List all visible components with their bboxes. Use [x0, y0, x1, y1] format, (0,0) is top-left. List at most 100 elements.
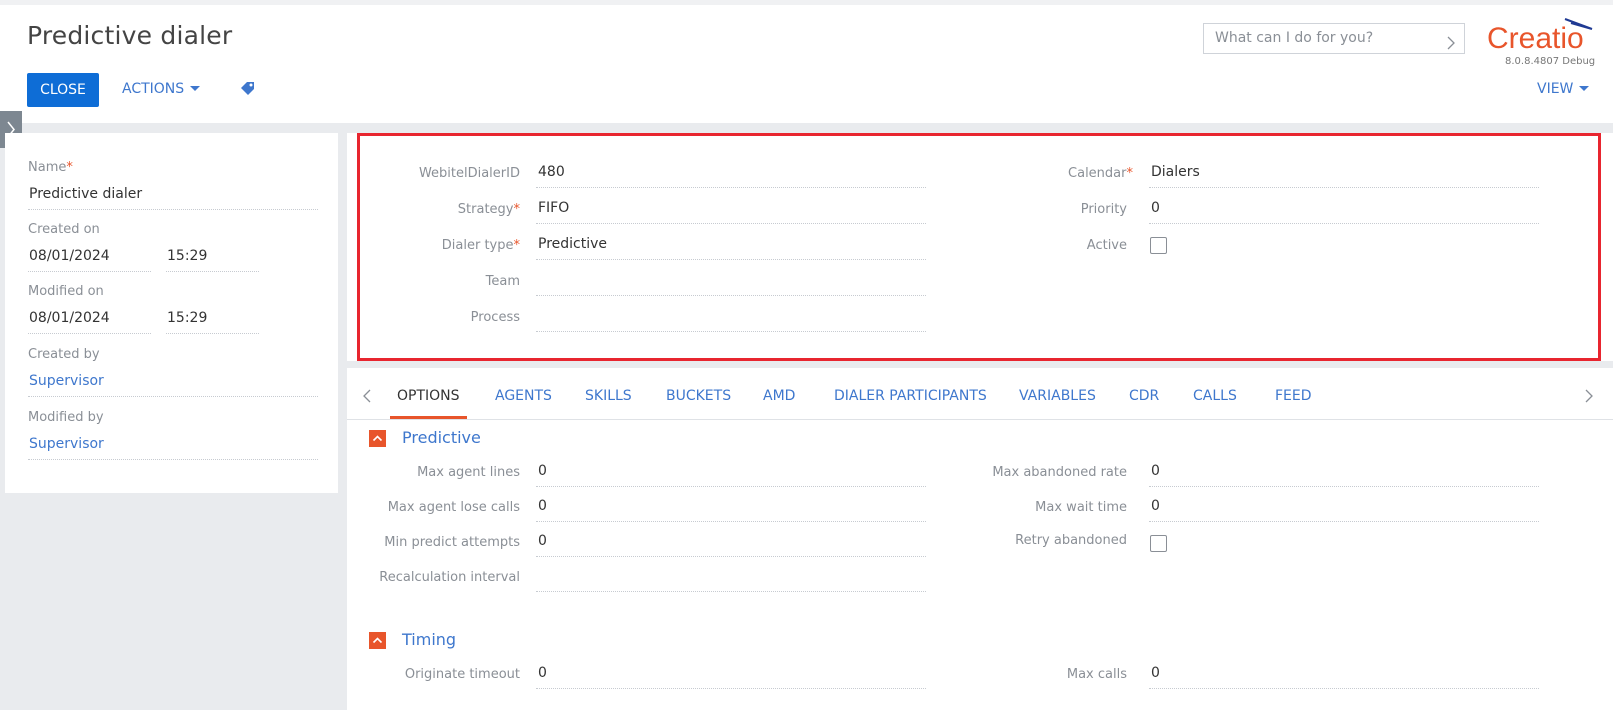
version-label: 8.0.8.4807 Debug [1505, 56, 1596, 67]
page-header: Predictive dialer CLOSE ACTIONS What can… [0, 0, 1613, 123]
max-agent-lines-field[interactable]: 0 [538, 463, 547, 479]
max-calls-field[interactable]: 0 [1151, 665, 1160, 681]
max-abandoned-rate-label: Max abandoned rate [992, 465, 1127, 480]
tab-calls[interactable]: CALLS [1193, 388, 1237, 404]
logo-text: Creatio [1487, 22, 1584, 55]
caret-down-icon [1579, 85, 1590, 91]
dialer-type-label: Dialer type* [441, 238, 520, 253]
modified-on-date[interactable]: 08/01/2024 [29, 310, 110, 326]
strategy-field[interactable]: FIFO [538, 200, 569, 216]
section-title-predictive[interactable]: Predictive [402, 428, 481, 447]
tab-amd[interactable]: AMD [763, 388, 795, 404]
calendar-label: Calendar* [1068, 166, 1133, 181]
main-fields-panel: WebitelDialerID 480 Strategy* FIFO Diale… [347, 133, 1613, 361]
divider [536, 259, 926, 260]
divider [536, 521, 926, 522]
recalculation-interval-label: Recalculation interval [379, 570, 520, 585]
created-by-label: Created by [28, 347, 100, 362]
divider [536, 556, 926, 557]
created-by-link[interactable]: Supervisor [29, 373, 104, 389]
divider [536, 331, 926, 332]
tab-feed[interactable]: FEED [1275, 388, 1312, 404]
divider [1149, 521, 1539, 522]
tab-dialer-participants[interactable]: DIALER PARTICIPANTS [834, 388, 987, 404]
view-label: VIEW [1537, 81, 1574, 97]
modified-by-link[interactable]: Supervisor [29, 436, 104, 452]
max-agent-lose-calls-label: Max agent lose calls [387, 500, 520, 515]
page-title: Predictive dialer [27, 21, 233, 50]
webitel-dialer-id-field[interactable]: 480 [538, 164, 565, 180]
record-info-panel: Name* Predictive dialer Created on 08/01… [5, 133, 338, 493]
created-on-label: Created on [28, 222, 100, 237]
divider [28, 459, 318, 460]
divider [536, 688, 926, 689]
originate-timeout-field[interactable]: 0 [538, 665, 547, 681]
name-label: Name* [28, 160, 73, 175]
originate-timeout-label: Originate timeout [404, 667, 520, 682]
close-button[interactable]: CLOSE [27, 73, 99, 107]
active-checkbox[interactable] [1150, 237, 1167, 254]
divider [28, 271, 151, 272]
webitel-dialer-id-label: WebitelDialerID [418, 166, 520, 181]
strategy-label: Strategy* [457, 202, 520, 217]
modified-on-time[interactable]: 15:29 [167, 310, 207, 326]
caret-down-icon [190, 85, 201, 91]
tab-options[interactable]: OPTIONS [397, 388, 460, 404]
max-calls-label: Max calls [1066, 667, 1127, 682]
tab-variables[interactable]: VARIABLES [1019, 388, 1096, 404]
divider [166, 333, 259, 334]
command-search-input[interactable]: What can I do for you? [1203, 23, 1465, 54]
max-agent-lines-label: Max agent lines [417, 465, 520, 480]
tag-icon[interactable] [240, 81, 257, 100]
priority-field[interactable]: 0 [1151, 200, 1160, 216]
divider [1149, 187, 1539, 188]
calendar-field[interactable]: Dialers [1151, 164, 1200, 180]
team-label: Team [485, 274, 520, 289]
divider [536, 295, 926, 296]
divider [1149, 486, 1539, 487]
details-tabs-panel: OPTIONS AGENTS SKILLS BUCKETS AMD DIALER… [347, 368, 1613, 710]
active-label: Active [1086, 238, 1127, 253]
created-on-time[interactable]: 15:29 [167, 248, 207, 264]
name-field[interactable]: Predictive dialer [29, 186, 142, 202]
created-on-date[interactable]: 08/01/2024 [29, 248, 110, 264]
dialer-type-field[interactable]: Predictive [538, 236, 607, 252]
view-button[interactable]: VIEW [1537, 81, 1590, 97]
divider [1149, 223, 1539, 224]
priority-label: Priority [1080, 202, 1127, 217]
modified-on-label: Modified on [28, 284, 104, 299]
divider [28, 333, 151, 334]
tab-skills[interactable]: SKILLS [585, 388, 632, 404]
retry-abandoned-checkbox[interactable] [1150, 535, 1167, 552]
max-abandoned-rate-field[interactable]: 0 [1151, 463, 1160, 479]
tab-scroll-left-icon[interactable] [363, 388, 371, 407]
divider [1149, 688, 1539, 689]
tab-bar: OPTIONS AGENTS SKILLS BUCKETS AMD DIALER… [347, 368, 1613, 420]
active-tab-indicator [390, 416, 467, 419]
process-label: Process [470, 310, 520, 325]
modified-by-label: Modified by [28, 410, 104, 425]
max-wait-time-label: Max wait time [1035, 500, 1127, 515]
max-agent-lose-calls-field[interactable]: 0 [538, 498, 547, 514]
collapse-timing-icon[interactable] [369, 632, 386, 649]
search-placeholder: What can I do for you? [1215, 30, 1374, 46]
max-wait-time-field[interactable]: 0 [1151, 498, 1160, 514]
retry-abandoned-label: Retry abandoned [1015, 533, 1127, 548]
creatio-logo: Creatio [1487, 17, 1597, 61]
tab-agents[interactable]: AGENTS [495, 388, 552, 404]
chevron-right-icon[interactable] [1447, 32, 1455, 61]
divider [536, 187, 926, 188]
divider [28, 209, 318, 210]
section-title-timing[interactable]: Timing [402, 630, 456, 649]
min-predict-attempts-label: Min predict attempts [384, 535, 520, 550]
tab-scroll-right-icon[interactable] [1585, 388, 1593, 407]
tab-buckets[interactable]: BUCKETS [666, 388, 731, 404]
collapse-predictive-icon[interactable] [369, 430, 386, 447]
divider [166, 271, 259, 272]
divider [536, 486, 926, 487]
divider [536, 223, 926, 224]
actions-button[interactable]: ACTIONS [122, 81, 201, 97]
min-predict-attempts-field[interactable]: 0 [538, 533, 547, 549]
divider [536, 591, 926, 592]
tab-cdr[interactable]: CDR [1129, 388, 1159, 404]
